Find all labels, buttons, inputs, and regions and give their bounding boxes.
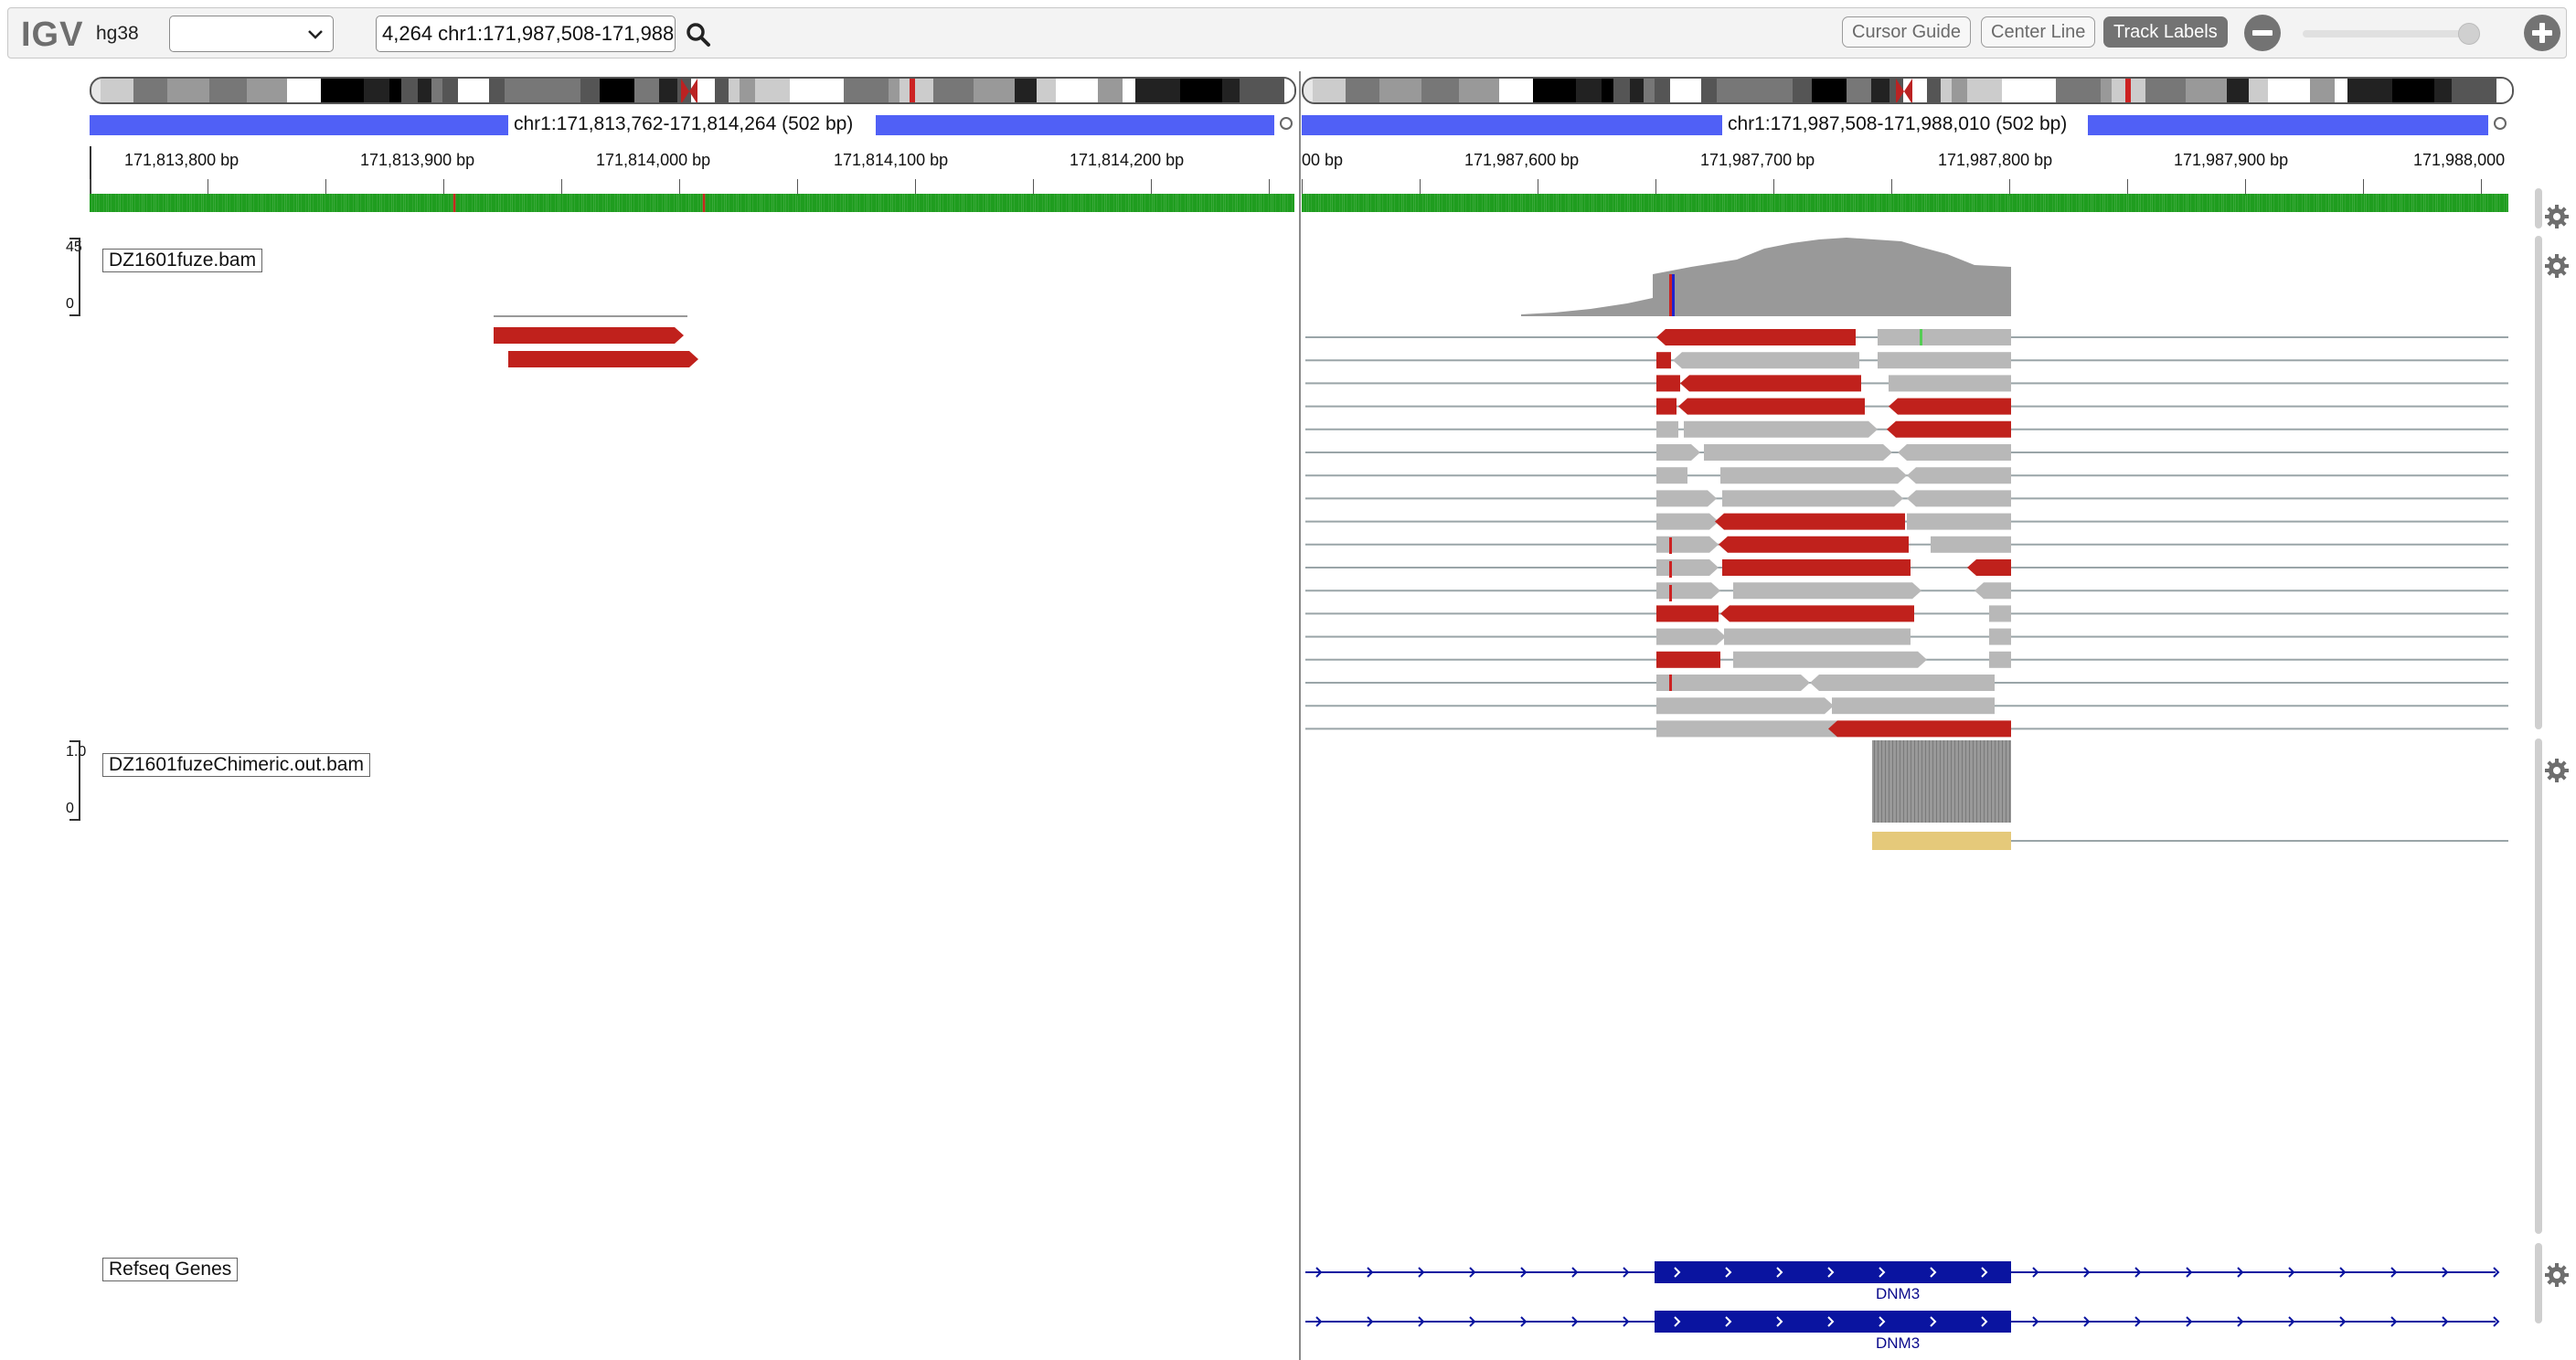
alignment-canvas[interactable]	[0, 0, 2576, 1358]
gene-label: DNM3	[1876, 1285, 1921, 1302]
gene-label: DNM3	[1876, 1334, 1921, 1352]
